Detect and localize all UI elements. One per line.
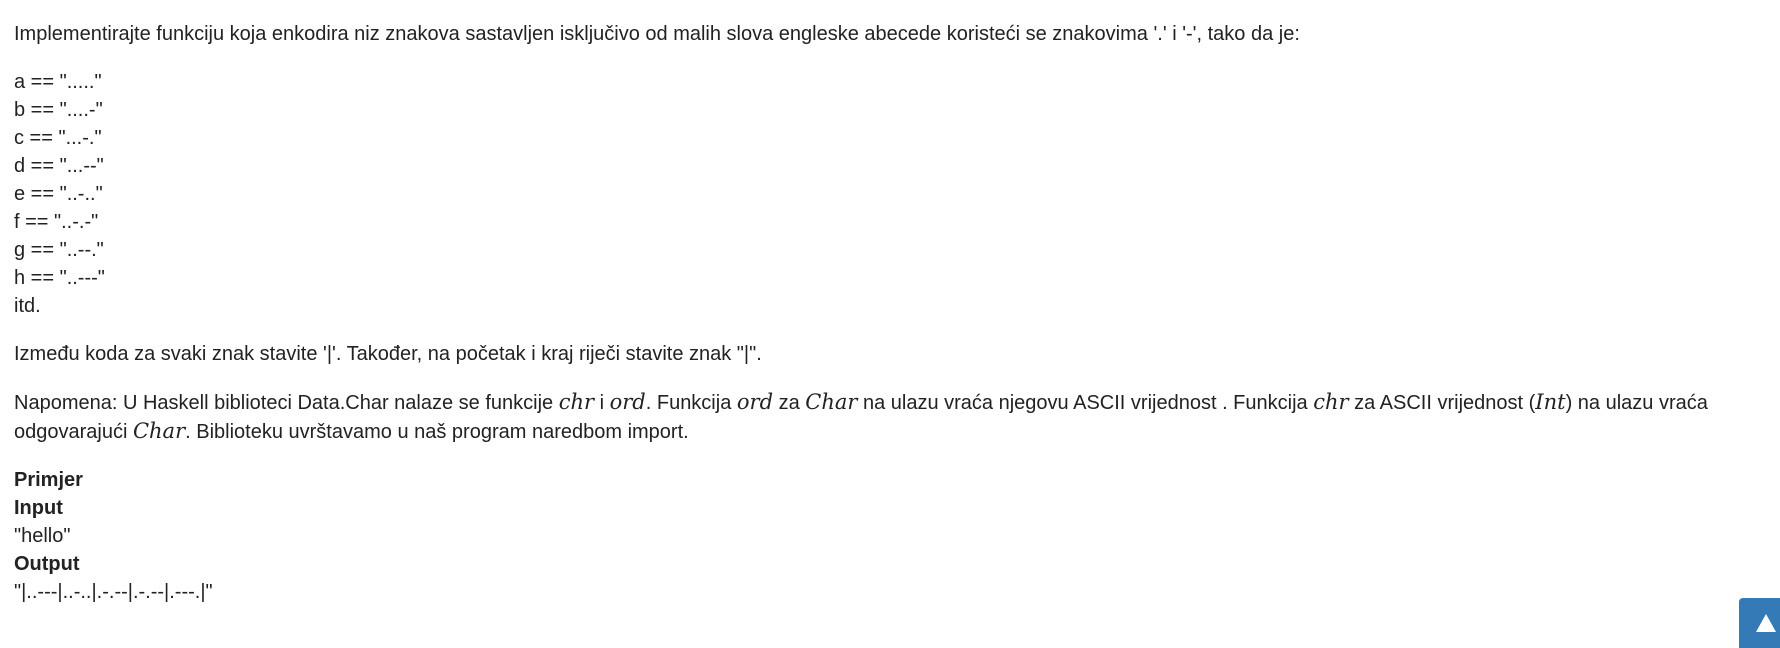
code-list-item: b == "....-" bbox=[14, 99, 103, 121]
scroll-to-top-button[interactable] bbox=[1739, 598, 1780, 648]
code-list: a == "....." b == "....-" c == "...-." d… bbox=[14, 68, 1764, 320]
math-int: Int bbox=[1535, 390, 1566, 414]
note-text: . Biblioteku uvrštavamo u naš program na… bbox=[185, 421, 689, 443]
code-list-item: h == "..---" bbox=[14, 267, 105, 289]
note-text: za bbox=[773, 392, 806, 414]
math-chr: chr bbox=[558, 390, 595, 414]
separator-note: Između koda za svaki znak stavite '|'. T… bbox=[14, 343, 762, 365]
example-heading: Primjer bbox=[14, 469, 83, 491]
code-list-item: a == "....." bbox=[14, 71, 102, 93]
code-list-item: g == "..--." bbox=[14, 239, 104, 261]
problem-statement: Implementirajte funkciju koja enkodira n… bbox=[14, 20, 1764, 606]
note-text: na ulazu vraća njegovu ASCII vrijednost … bbox=[857, 392, 1314, 414]
math-ord: ord bbox=[609, 390, 646, 414]
code-list-item: c == "...-." bbox=[14, 127, 102, 149]
note-text: i bbox=[594, 392, 610, 414]
note-text: Napomena: U Haskell biblioteci Data.Char… bbox=[14, 392, 559, 414]
arrow-up-icon bbox=[1743, 613, 1777, 633]
math-chr: chr bbox=[1313, 390, 1349, 414]
code-list-item: e == "..-.." bbox=[14, 183, 103, 205]
math-ord: ord bbox=[736, 390, 774, 414]
note-text: . Funkcija bbox=[645, 392, 737, 414]
haskell-note: Napomena: U Haskell biblioteci Data.Char… bbox=[14, 388, 1764, 446]
note-text: za ASCII vrijednost ( bbox=[1348, 392, 1536, 414]
input-value: "hello" bbox=[14, 525, 71, 547]
output-label: Output bbox=[14, 553, 80, 575]
example-section: Primjer Input "hello" Output "|..---|..-… bbox=[14, 466, 1764, 606]
math-char: Char bbox=[805, 390, 858, 414]
code-list-item: d == "...--" bbox=[14, 155, 104, 177]
code-list-etc: itd. bbox=[14, 295, 41, 317]
math-char: Char bbox=[132, 419, 186, 443]
input-label: Input bbox=[14, 497, 63, 519]
code-list-item: f == "..-.-" bbox=[14, 211, 99, 233]
output-value: "|..---|..-..|.-.--|.-.--|.---.|" bbox=[14, 581, 213, 603]
intro-text: Implementirajte funkciju koja enkodira n… bbox=[14, 23, 1300, 45]
